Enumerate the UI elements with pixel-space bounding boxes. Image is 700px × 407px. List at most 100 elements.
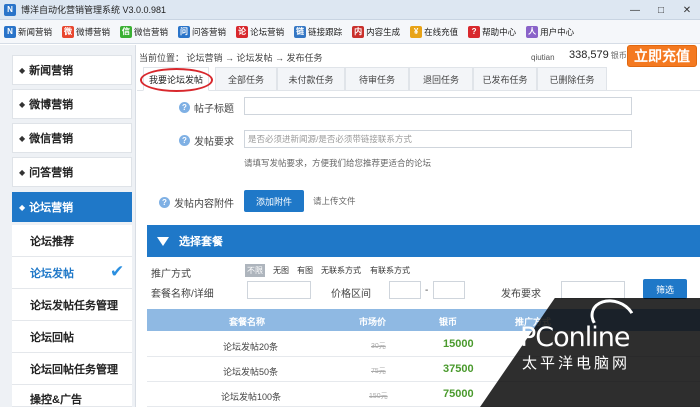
price-range-label: 价格区间 [331, 289, 371, 300]
tab-all-tasks[interactable]: 全部任务 [215, 67, 277, 91]
sidebar-item-news[interactable]: ◆ 新闻营销 [12, 55, 132, 85]
toolbar-item-label: 问答营销 [192, 26, 227, 37]
sidebar-item-wechat[interactable]: ◆ 微信营销 [12, 123, 132, 153]
toolbar-item-label: 链接跟踪 [308, 26, 343, 37]
recharge-icon: ¥ [410, 25, 423, 38]
toolbar-item-label: 帮助中心 [482, 26, 517, 37]
toolbar-item-content[interactable]: 内内容生成 [350, 22, 402, 42]
tab-returned-tasks[interactable]: 退回任务 [409, 67, 473, 91]
sidebar-item-label: 微博营销 [29, 99, 74, 111]
package-name-input[interactable] [247, 281, 311, 299]
wechat-icon: 信 [120, 25, 133, 38]
publish-requirement-input[interactable] [561, 281, 625, 299]
sidebar-subitem-forum-reply[interactable]: 论坛回帖 [12, 321, 132, 353]
package-name: 论坛发帖100条 [221, 392, 282, 402]
sidebar-item-forum[interactable]: ◆ 论坛营销 [12, 192, 132, 222]
sidebar-item-qa[interactable]: ◆ 问答营销 [12, 157, 132, 187]
sidebar-subitem-label: 论坛回帖 [30, 331, 74, 344]
coin-price: 15000 [443, 338, 474, 350]
promo-option-with-image[interactable]: 有图 [295, 264, 315, 277]
watermark-brand: PConline [520, 322, 630, 353]
toolbar-item-user[interactable]: 人用户中心 [524, 22, 576, 42]
column-header-market-price: 市场价 [359, 317, 387, 327]
check-icon: ✔ [110, 262, 125, 281]
bullet-icon: ◆ [19, 133, 26, 143]
window-controls: — □ ✕ [622, 0, 700, 20]
tab-published-tasks[interactable]: 已发布任务 [473, 67, 537, 91]
price-min-input[interactable] [389, 281, 421, 299]
question-icon[interactable]: ? [159, 197, 170, 208]
tab-deleted-tasks[interactable]: 已删除任务 [537, 67, 607, 91]
toolbar-item-weibo[interactable]: 微微博营销 [60, 22, 112, 42]
tab-new-post[interactable]: 我要论坛发帖 [143, 67, 209, 91]
upload-hint: 请上传文件 [313, 196, 356, 206]
toolbar-item-label: 内容生成 [366, 26, 401, 37]
promo-option-any[interactable]: 不限 [245, 264, 265, 277]
sidebar: ◆ 新闻营销 ◆ 微博营销 ◆ 微信营销 ◆ 问答营销 ◆ 论坛营销 论坛推荐 论坛发帖 ✔… [0, 45, 136, 407]
promo-option-with-contact[interactable]: 有联系方式 [368, 264, 412, 277]
promo-option-no-image[interactable]: 无图 [271, 264, 291, 277]
app-logo-icon: N [4, 3, 16, 16]
market-price: 75元 [371, 368, 386, 375]
sidebar-item-label: 微信营销 [29, 133, 74, 145]
question-icon[interactable]: ? [179, 102, 190, 113]
title-bar: N 博洋自动化营销管理系统 V3.0.0.981 — □ ✕ [0, 0, 700, 20]
sidebar-subitem-ads[interactable]: 操控&广告 [12, 385, 132, 407]
qa-icon: 问 [178, 25, 191, 38]
sidebar-subitem-label: 论坛发帖任务管理 [30, 299, 118, 312]
toolbar-item-recharge[interactable]: ¥ 在线充值 [408, 22, 460, 42]
package-name: 论坛发帖20条 [223, 342, 279, 352]
price-separator: - [425, 285, 429, 296]
coin-price: 37500 [443, 363, 474, 375]
toolbar-item-forum[interactable]: 论论坛营销 [234, 22, 286, 42]
sidebar-item-label: 新闻营销 [29, 65, 74, 77]
column-header-name: 套餐名称 [229, 317, 266, 327]
attachment-label: ? 发帖内容附件 [159, 195, 234, 210]
sidebar-subitem-post-task-manage[interactable]: 论坛发帖任务管理 [12, 289, 132, 321]
sidebar-subitem-label: 论坛回帖任务管理 [30, 363, 118, 376]
user-icon: 人 [526, 25, 539, 38]
bullet-icon: ◆ [19, 167, 26, 177]
toolbar-item-news[interactable]: N 新闻营销 [2, 22, 54, 42]
forum-icon: 论 [236, 25, 249, 38]
add-attachment-button[interactable]: 添加附件 [244, 190, 304, 212]
toolbar-item-qa[interactable]: 问问答营销 [176, 22, 228, 42]
bullet-icon: ◆ [19, 65, 26, 75]
package-header-label: 选择套餐 [179, 236, 223, 248]
main-toolbar: N 新闻营销微微博营销信微信营销问问答营销论论坛营销链链接跟踪内内容生成 ¥ 在线充值… [0, 20, 700, 44]
question-icon[interactable]: ? [179, 135, 190, 146]
package-section-header[interactable]: 选择套餐 [147, 225, 700, 257]
post-title-input[interactable] [244, 97, 632, 115]
filter-button[interactable]: 筛选 [643, 279, 687, 299]
tab-pending-tasks[interactable]: 待审任务 [345, 67, 409, 91]
weibo-icon: 微 [62, 25, 75, 38]
price-max-input[interactable] [433, 281, 465, 299]
minimize-button[interactable]: — [622, 0, 648, 20]
sidebar-subitem-label: 操控&广告 [30, 394, 82, 406]
sidebar-item-weibo[interactable]: ◆ 微博营销 [12, 89, 132, 119]
toolbar-item-link[interactable]: 链链接跟踪 [292, 22, 344, 42]
username: qiutian [531, 53, 555, 62]
sidebar-subitem-label: 论坛推荐 [30, 235, 74, 248]
toolbar-item-wechat[interactable]: 信微信营销 [118, 22, 170, 42]
maximize-button[interactable]: □ [648, 0, 674, 20]
watermark-subtitle: 太平洋电脑网 [522, 355, 631, 372]
sidebar-subitem-forum-recommend[interactable]: 论坛推荐 [12, 225, 132, 257]
post-requirement-input[interactable]: 是否必须进新闻源/是否必须带链接联系方式 [244, 130, 632, 148]
toolbar-item-help[interactable]: ? 帮助中心 [466, 22, 518, 42]
recharge-button[interactable]: 立即充值 [627, 45, 697, 67]
publish-requirement-label: 发布要求 [501, 289, 541, 300]
close-button[interactable]: ✕ [674, 0, 700, 20]
post-title-label: ? 帖子标题 [179, 100, 234, 115]
news-icon: N [4, 25, 16, 38]
breadcrumb: 当前位置： 论坛营销 → 论坛发帖 → 发布任务 [139, 53, 323, 63]
tab-unpaid-tasks[interactable]: 未付款任务 [277, 67, 345, 91]
content-icon: 内 [352, 25, 365, 38]
sidebar-subitem-reply-task-manage[interactable]: 论坛回帖任务管理 [12, 353, 132, 385]
balance: 338,579 银币 [569, 49, 627, 61]
package-name-label: 套餐名称/详细 [151, 289, 214, 300]
sidebar-subitem-forum-post[interactable]: 论坛发帖 ✔ [12, 257, 132, 289]
promo-option-no-contact[interactable]: 无联系方式 [319, 264, 363, 277]
link-icon: 链 [294, 25, 307, 38]
requirement-hint: 请填写发帖要求，方便我们给您推荐更适合的论坛 [244, 158, 432, 168]
